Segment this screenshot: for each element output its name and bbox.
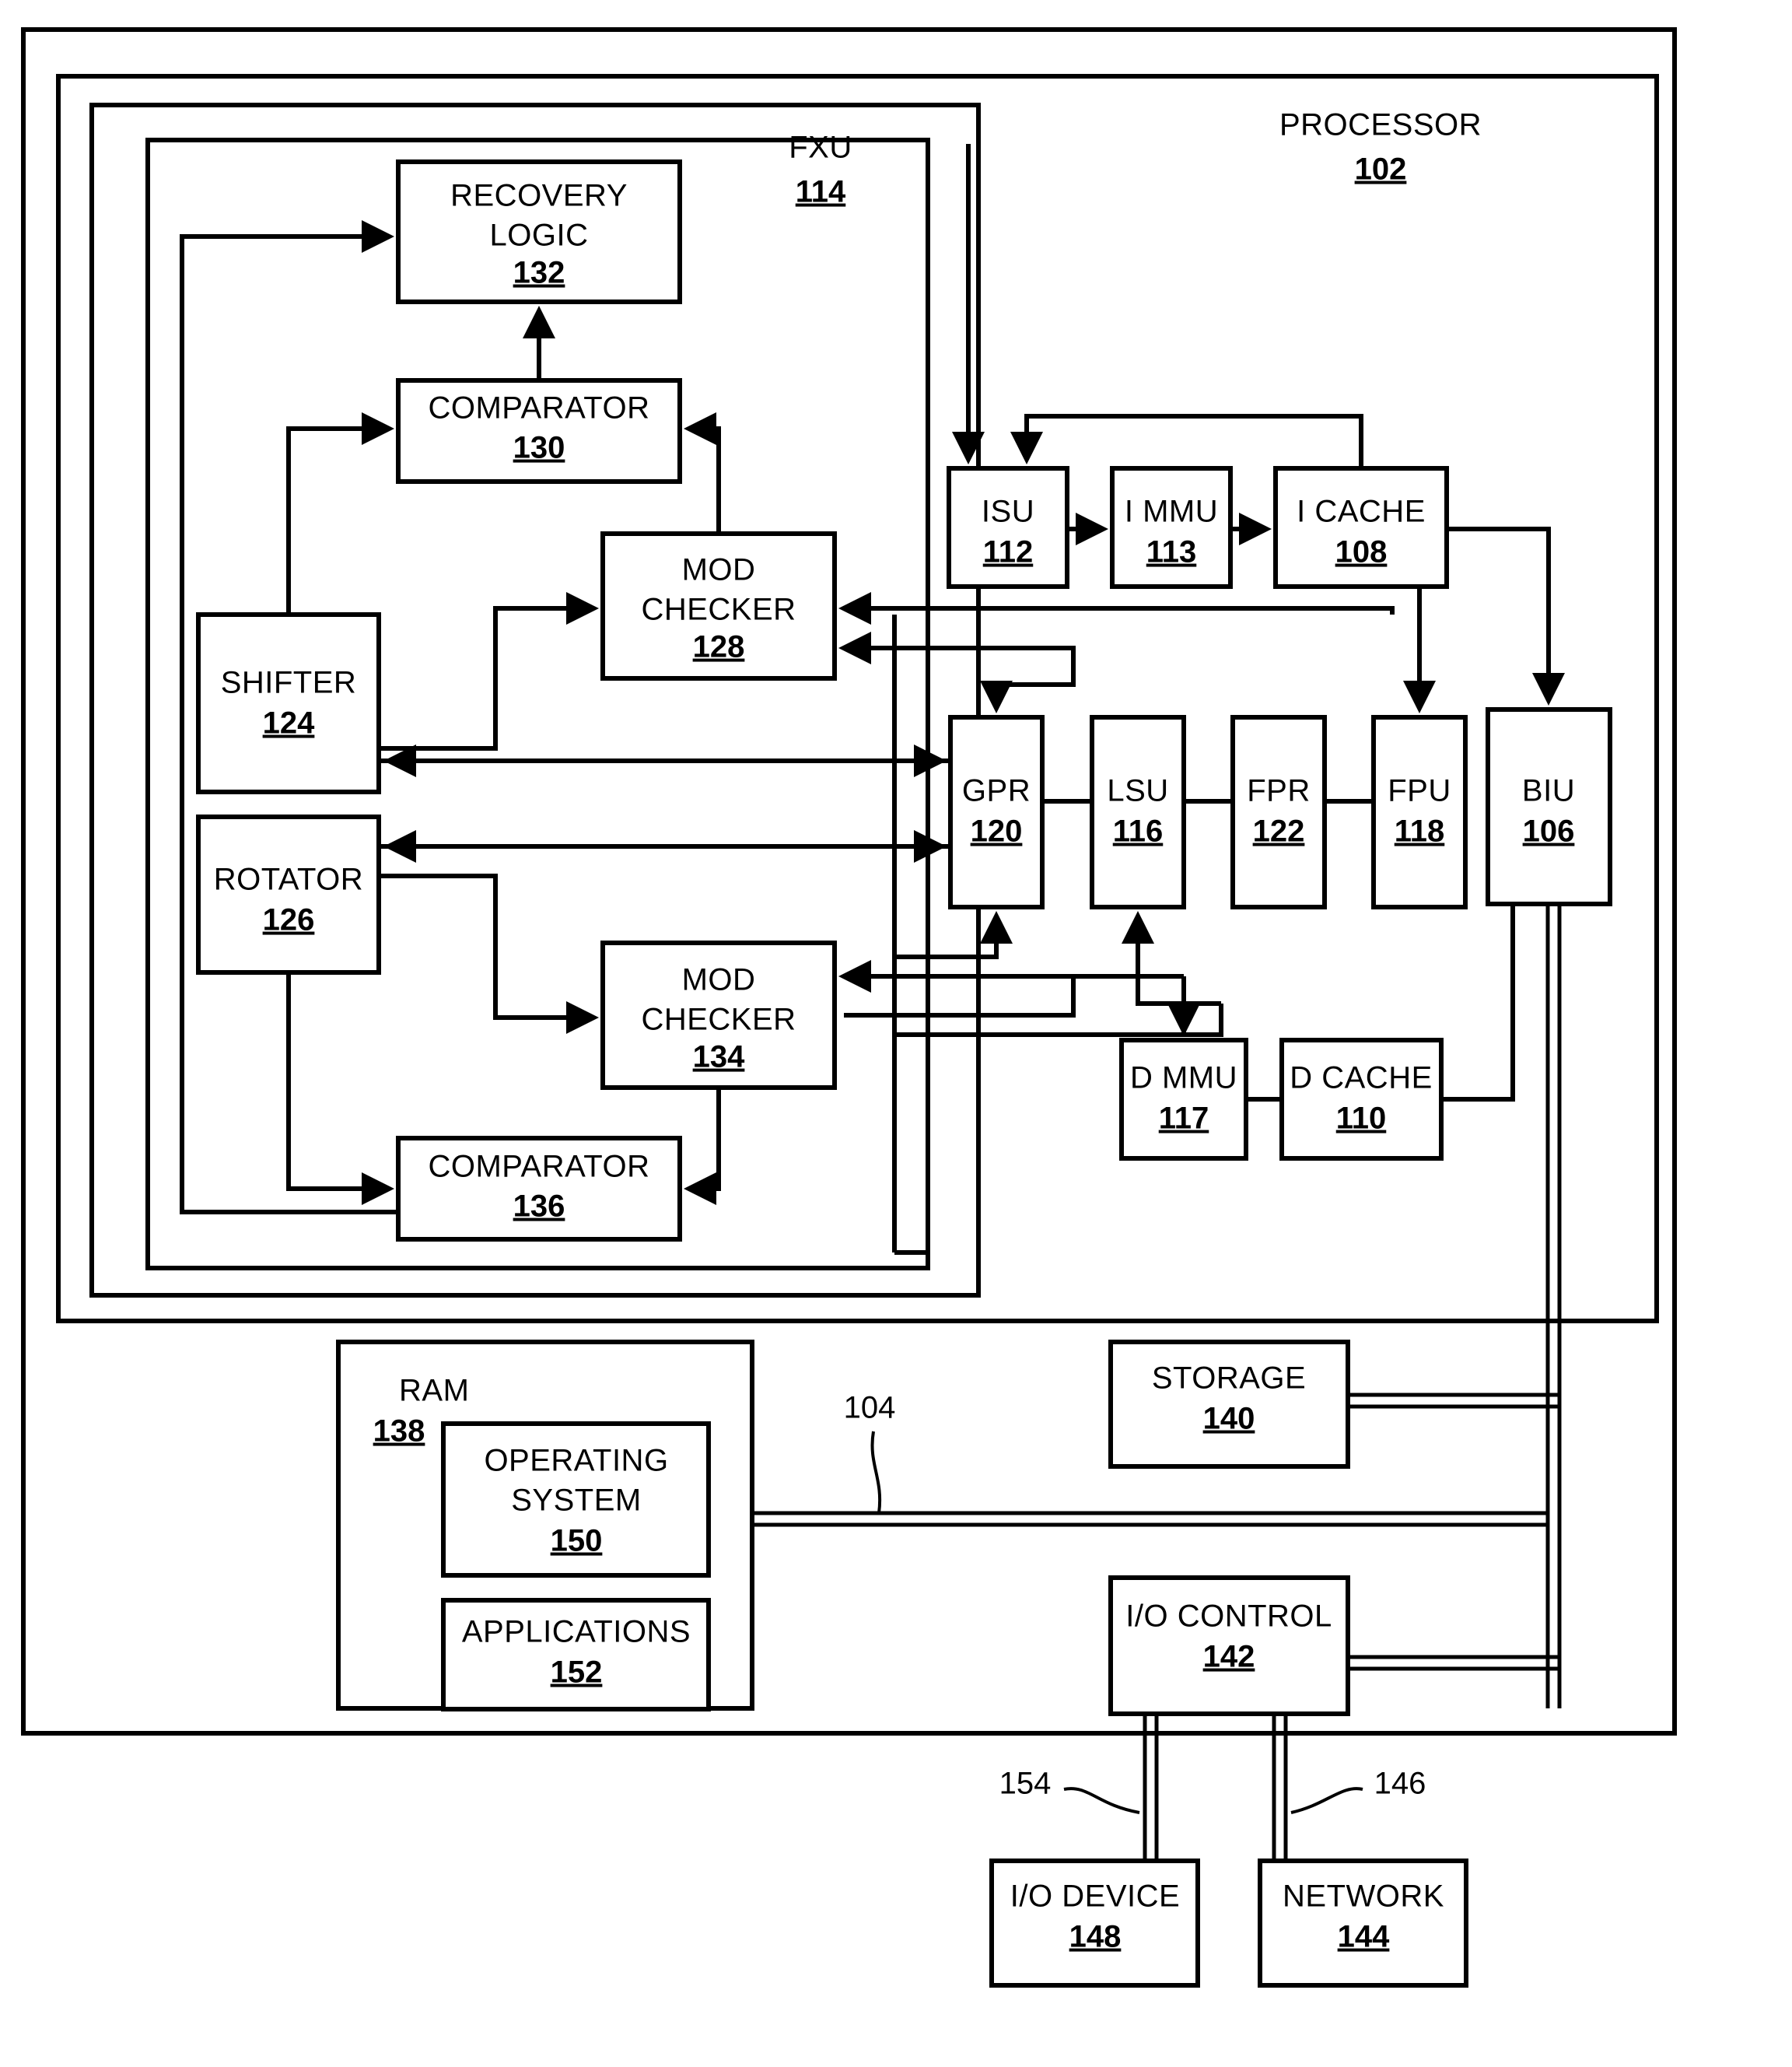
biu-line1: BIU <box>1522 774 1575 808</box>
wire-lsu-to-dmmu <box>894 1004 1223 1037</box>
icache-ref: 108 <box>1335 535 1388 569</box>
block-dmmu[interactable] <box>1119 1038 1248 1161</box>
wire-shifter-to-modchk128 <box>379 592 599 751</box>
network-ref-label: 146 <box>1374 1767 1426 1801</box>
wire-to-dmmu-top <box>1181 1004 1223 1037</box>
ram-line1: RAM <box>399 1374 469 1408</box>
wire-rotator-to-modchk134 <box>379 874 599 1034</box>
block-lsu[interactable] <box>1090 715 1186 909</box>
immu-line1: I MMU <box>1125 495 1218 529</box>
bus-ref-leader <box>870 1431 882 1514</box>
block-fpr[interactable] <box>1230 715 1327 909</box>
wire-modchk134-to-comp136 <box>684 1088 721 1205</box>
fpr-line1: FPR <box>1247 774 1311 808</box>
immu-ref: 113 <box>1146 535 1197 569</box>
figure-canvas: PROCESSOR 102 FXU 114 RECOVERY LOGIC 132… <box>0 0 1792 2067</box>
block-fpu[interactable] <box>1371 715 1468 909</box>
wire-modchk128-to-comp130 <box>684 412 721 534</box>
storage-line1: STORAGE <box>1152 1361 1306 1396</box>
block-diagram-svg: PROCESSOR 102 FXU 114 RECOVERY LOGIC 132… <box>21 27 1677 1988</box>
io-device-ref-label: 154 <box>999 1767 1052 1801</box>
wire-bus-to-modchk128-low <box>838 632 1076 664</box>
applications-ref: 152 <box>551 1655 603 1690</box>
comparator-136-ref: 136 <box>513 1189 565 1224</box>
block-dcache[interactable] <box>1279 1038 1444 1161</box>
io-device-ref: 148 <box>1069 1920 1122 1954</box>
wire-busline-to-gpr-bottom <box>892 911 1013 976</box>
mod-checker-134-line2: CHECKER <box>641 1003 796 1037</box>
biu-ref: 106 <box>1523 815 1575 849</box>
wire-dcache-to-biu <box>1441 904 1515 1102</box>
io-control-line1: I/O CONTROL <box>1125 1599 1332 1634</box>
wire-rotator-to-comp136 <box>286 972 394 1205</box>
mod-checker-128-line1: MOD <box>682 553 756 587</box>
operating-system-line1: OPERATING <box>484 1444 668 1478</box>
wire-shifter-to-comp130 <box>286 412 394 615</box>
comparator-130-ref: 130 <box>513 431 565 465</box>
isu-ref: 112 <box>983 535 1034 569</box>
block-gpr[interactable] <box>948 715 1045 909</box>
isu-line1: ISU <box>982 495 1034 529</box>
comparator-130-line1: COMPARATOR <box>428 391 649 426</box>
mod-checker-134-ref: 134 <box>693 1040 745 1074</box>
recovery-logic-line2: LOGIC <box>490 219 589 253</box>
rotator-line1: ROTATOR <box>214 863 363 897</box>
fxu-label: FXU <box>789 131 852 165</box>
network-ref-leader <box>1290 1787 1363 1814</box>
operating-system-ref: 150 <box>551 1524 603 1558</box>
recovery-logic-ref: 132 <box>513 256 565 290</box>
gpr-ref: 120 <box>971 815 1023 849</box>
io-control-ref: 142 <box>1203 1640 1255 1674</box>
gpr-line1: GPR <box>962 774 1031 808</box>
mod-checker-128-ref: 128 <box>693 630 745 664</box>
block-shifter[interactable] <box>196 612 381 794</box>
mod-checker-128-line2: CHECKER <box>641 593 796 627</box>
lsu-line1: LSU <box>1107 774 1168 808</box>
fpr-ref: 122 <box>1253 815 1305 849</box>
wire-busline-to-lsu-bottom <box>1122 911 1221 1006</box>
storage-ref: 140 <box>1203 1402 1255 1436</box>
dmmu-line1: D MMU <box>1130 1061 1237 1095</box>
applications-line1: APPLICATIONS <box>462 1615 691 1649</box>
mod-checker-134-line1: MOD <box>682 963 756 997</box>
fxu-ref: 114 <box>796 175 846 209</box>
dmmu-ref: 117 <box>1159 1102 1209 1136</box>
processor-label: PROCESSOR <box>1279 108 1482 142</box>
io-device-line1: I/O DEVICE <box>1010 1880 1180 1914</box>
lsu-ref: 116 <box>1113 815 1164 849</box>
rotator-ref: 126 <box>263 903 315 937</box>
operating-system-line2: SYSTEM <box>511 1484 641 1518</box>
dcache-line1: D CACHE <box>1290 1061 1433 1095</box>
recovery-logic-line1: RECOVERY <box>450 179 628 213</box>
bus-ref-label: 104 <box>844 1391 896 1425</box>
network-ref: 144 <box>1338 1920 1390 1954</box>
wire-icache-to-biu <box>1447 527 1565 706</box>
shifter-ref: 124 <box>263 706 315 741</box>
ram-ref: 138 <box>373 1414 425 1449</box>
processor-ref: 102 <box>1355 152 1407 187</box>
io-device-ref-leader <box>1063 1787 1140 1814</box>
wire-to-gpr-top <box>980 648 1076 713</box>
icache-line1: I CACHE <box>1297 495 1426 529</box>
wire-bus-to-modchk134-stem <box>844 976 1076 1018</box>
comparator-136-line1: COMPARATOR <box>428 1150 649 1184</box>
shifter-line1: SHIFTER <box>221 666 357 700</box>
dcache-ref: 110 <box>1336 1102 1387 1136</box>
fpu-line1: FPU <box>1388 774 1451 808</box>
wire-icache-to-isu <box>1010 414 1363 468</box>
fpu-ref: 118 <box>1395 815 1445 849</box>
network-line1: NETWORK <box>1283 1880 1444 1914</box>
